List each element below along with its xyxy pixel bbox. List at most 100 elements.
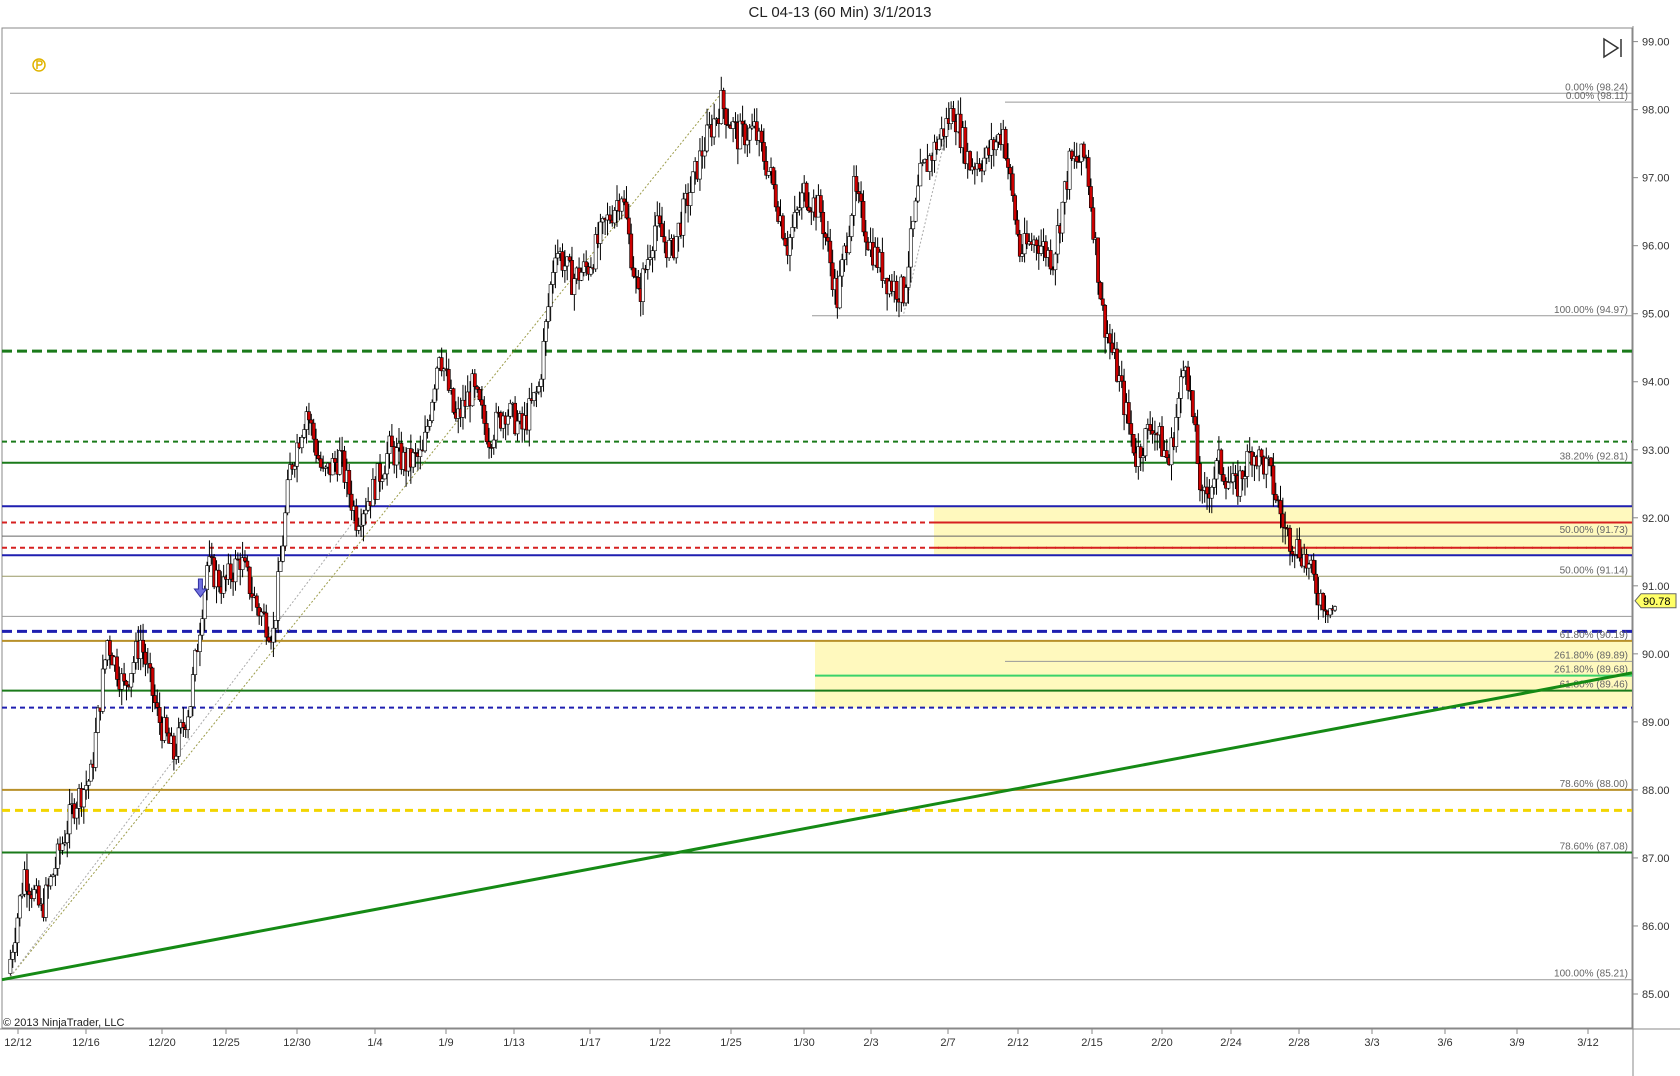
candle-up [747, 127, 752, 141]
candle-up [527, 398, 532, 431]
candle-down [1129, 423, 1134, 435]
candle-up [202, 589, 207, 620]
candle-down [759, 130, 764, 143]
candle-down [25, 869, 29, 892]
candle-down [124, 680, 129, 686]
candle-up [766, 171, 771, 176]
candle-up [904, 287, 908, 304]
candle-up [292, 465, 297, 470]
candle-up [916, 185, 920, 202]
candle-down [622, 198, 627, 203]
candle-up [278, 561, 283, 572]
candle-up [705, 124, 709, 152]
level-label: 50.00% (91.14) [1560, 565, 1628, 576]
candle-up [1243, 476, 1247, 480]
candle-down [1048, 250, 1053, 270]
candle-down [636, 277, 641, 289]
candle-down [1321, 593, 1326, 611]
chart-area[interactable]: 0.00% (98.24) 0.00% (98.11) 100.00% (94.97… [0, 26, 1680, 1076]
y-tick-label: 88.00 [1642, 785, 1670, 797]
x-tick-label: 2/24 [1220, 1037, 1241, 1049]
candle-up [1179, 376, 1183, 399]
candle-down [740, 120, 745, 125]
candle-down [1271, 465, 1276, 495]
candle-up [302, 429, 307, 438]
candle-up [702, 150, 707, 157]
y-tick-label: 90.00 [1642, 649, 1670, 661]
candle-down [157, 707, 162, 723]
candle-down [856, 191, 861, 195]
candle-down [1034, 239, 1039, 246]
candle-up [681, 198, 686, 236]
candle-down [254, 595, 259, 608]
candle-down [584, 261, 589, 268]
candle-up [1307, 563, 1311, 569]
candle-up [84, 785, 89, 791]
candle-down [333, 458, 337, 463]
candle-down [484, 423, 489, 443]
candle-down [1280, 513, 1285, 528]
candle-up [411, 452, 416, 468]
y-tick-label: 98.00 [1642, 105, 1670, 117]
candle-up [1039, 245, 1044, 254]
candle-down [724, 108, 728, 125]
candle-down [451, 388, 456, 413]
candle-down [825, 237, 830, 242]
candle-down [228, 563, 233, 580]
candle-up [1060, 201, 1065, 234]
y-tick-label: 96.00 [1642, 241, 1670, 253]
candle-down [446, 369, 451, 391]
price-chart[interactable]: 0.00% (98.24)0.00% (98.11)100.00% (94.97… [0, 26, 1680, 1076]
candle-down [894, 280, 899, 300]
candle-down [1259, 449, 1264, 458]
x-tick-label: 12/20 [148, 1037, 176, 1049]
candle-down [122, 673, 127, 682]
candle-down [1074, 155, 1079, 162]
x-tick-label: 1/22 [649, 1037, 670, 1049]
candle-up [1333, 606, 1337, 611]
candle-up [653, 225, 657, 252]
candle-up [688, 192, 693, 206]
candle-down [807, 206, 811, 212]
candle-up [982, 157, 987, 172]
candle-down [143, 651, 148, 665]
candle-up [81, 789, 86, 808]
candle-down [1193, 416, 1198, 426]
chart-title: CL 04-13 (60 Min) 3/1/2013 [748, 4, 932, 21]
candle-down [828, 240, 833, 264]
candle-up [129, 673, 134, 688]
skip-to-end-icon[interactable] [1600, 36, 1624, 60]
candle-down [1098, 282, 1103, 300]
candle-up [745, 139, 750, 146]
x-tick-label: 2/20 [1151, 1037, 1172, 1049]
candle-up [32, 889, 36, 899]
candle-up [539, 378, 544, 387]
candle-up [198, 634, 202, 652]
candle-down [771, 167, 776, 185]
candle-down [780, 215, 785, 239]
candle-up [553, 257, 558, 273]
candle-up [799, 192, 804, 209]
y-tick-label: 99.00 [1642, 37, 1670, 49]
candle-up [93, 732, 98, 768]
candle-down [1089, 186, 1093, 209]
level-label: 261.80% (89.89) [1554, 650, 1628, 661]
candle-down [475, 386, 480, 390]
candle-down [821, 211, 826, 235]
y-tick-label: 91.00 [1642, 581, 1670, 593]
candle-up [792, 211, 797, 228]
candle-down [1278, 500, 1283, 515]
candle-up [650, 250, 655, 258]
candle-up [840, 259, 845, 277]
candle-down [783, 237, 788, 246]
candle-down [1086, 157, 1091, 187]
y-tick-label: 87.00 [1642, 853, 1670, 865]
candle-up [280, 545, 285, 562]
x-tick-label: 3/3 [1364, 1037, 1379, 1049]
candle-down [243, 557, 247, 562]
level-label: 38.20% (92.81) [1560, 452, 1628, 463]
x-tick-label: 12/12 [4, 1037, 32, 1049]
candle-down [1107, 333, 1112, 344]
candle-down [863, 231, 868, 243]
candle-down [1006, 158, 1010, 168]
